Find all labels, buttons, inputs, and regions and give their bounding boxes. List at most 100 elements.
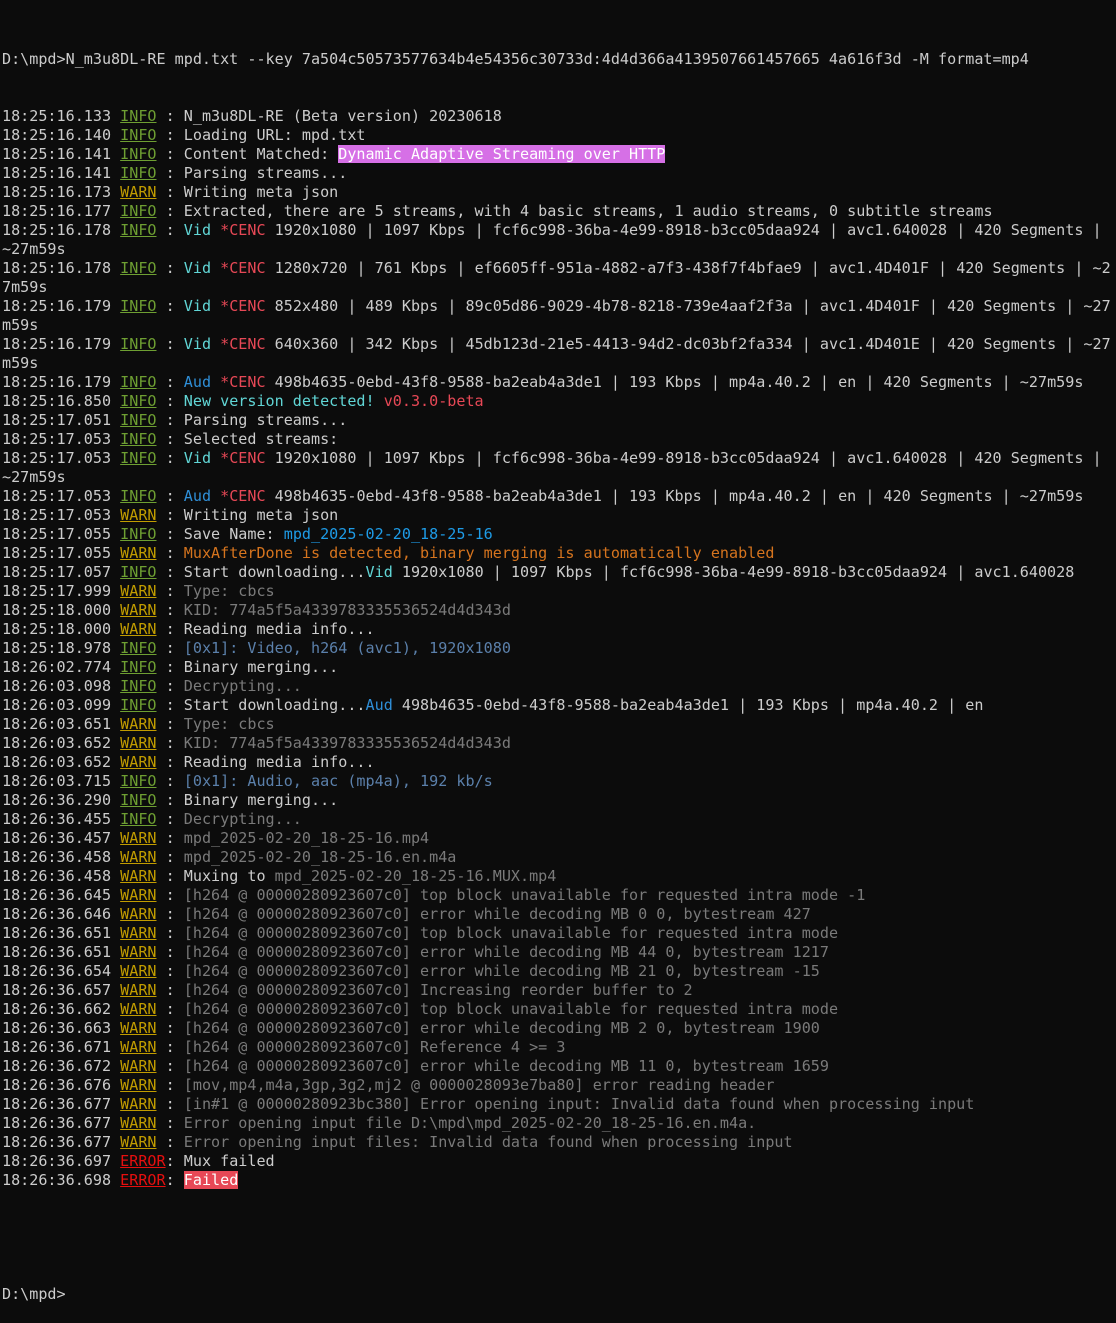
log-level-badge: INFO bbox=[120, 791, 157, 809]
log-level-badge: INFO bbox=[120, 335, 157, 353]
log-line: 18:25:16.133 INFO : N_m3u8DL-RE (Beta ve… bbox=[2, 107, 1116, 126]
timestamp: 18:26:03.099 bbox=[2, 696, 112, 714]
log-level-badge: INFO bbox=[120, 411, 157, 429]
log-message: Type: cbcs bbox=[183, 582, 275, 600]
timestamp: 18:25:17.999 bbox=[2, 582, 112, 600]
log-message: [h264 @ 00000280923607c0] Reference 4 >=… bbox=[183, 1038, 566, 1056]
separator: : bbox=[156, 392, 184, 410]
log-line: 18:26:36.677 WARN : Error opening input … bbox=[2, 1133, 1116, 1152]
separator: : bbox=[156, 772, 184, 790]
log-level-badge: WARN bbox=[120, 924, 157, 942]
timestamp: 18:26:36.671 bbox=[2, 1038, 112, 1056]
timestamp: 18:25:17.053 bbox=[2, 506, 112, 524]
timestamp: 18:26:36.457 bbox=[2, 829, 112, 847]
log-message: Binary merging... bbox=[183, 658, 339, 676]
separator: : bbox=[156, 962, 184, 980]
log-level-badge: WARN bbox=[120, 962, 157, 980]
log-line: 18:26:36.651 WARN : [h264 @ 000002809236… bbox=[2, 943, 1116, 962]
prompt-line[interactable]: D:\mpd> bbox=[2, 1285, 1116, 1304]
timestamp: 18:26:36.697 bbox=[2, 1152, 112, 1170]
log-line: 18:25:16.178 INFO : Vid *CENC 1280x720 |… bbox=[2, 259, 1116, 297]
separator: : bbox=[156, 829, 184, 847]
separator: : bbox=[156, 506, 184, 524]
log-line: 18:25:16.179 INFO : Vid *CENC 852x480 | … bbox=[2, 297, 1116, 335]
log-line: 18:26:03.651 WARN : Type: cbcs bbox=[2, 715, 1116, 734]
log-level-badge: WARN bbox=[120, 601, 157, 619]
separator: : bbox=[156, 126, 184, 144]
timestamp: 18:25:16.179 bbox=[2, 335, 112, 353]
timestamp: 18:26:36.672 bbox=[2, 1057, 112, 1075]
timestamp: 18:26:36.651 bbox=[2, 943, 112, 961]
log-message: Writing meta json bbox=[183, 506, 339, 524]
timestamp: 18:26:36.651 bbox=[2, 924, 112, 942]
separator: : bbox=[156, 981, 184, 999]
log-level-badge: WARN bbox=[120, 734, 157, 752]
log-level-badge: INFO bbox=[120, 221, 157, 239]
log-message: Loading URL: mpd.txt bbox=[183, 126, 366, 144]
log-level-badge: INFO bbox=[120, 563, 157, 581]
log-message: Failed bbox=[183, 1171, 239, 1189]
log-message: Start downloading... bbox=[183, 563, 366, 581]
log-level-badge: WARN bbox=[120, 1057, 157, 1075]
separator: : bbox=[156, 544, 184, 562]
log-message: Save Name: bbox=[183, 525, 284, 543]
command-line: D:\mpd>N_m3u8DL-RE mpd.txt --key 7a504c5… bbox=[2, 50, 1029, 68]
log-message: Selected streams: bbox=[183, 430, 339, 448]
log-level-badge: WARN bbox=[120, 1019, 157, 1037]
timestamp: 18:26:36.654 bbox=[2, 962, 112, 980]
separator: : bbox=[156, 1000, 184, 1018]
log-line: 18:25:16.178 INFO : Vid *CENC 1920x1080 … bbox=[2, 221, 1116, 259]
timestamp: 18:26:03.652 bbox=[2, 753, 112, 771]
log-message: N_m3u8DL-RE (Beta version) 20230618 bbox=[183, 107, 502, 125]
separator: : bbox=[156, 924, 184, 942]
log-line: 18:25:16.141 INFO : Parsing streams... bbox=[2, 164, 1116, 183]
separator: : bbox=[165, 1171, 184, 1189]
log-level-badge: WARN bbox=[120, 867, 157, 885]
separator: : bbox=[156, 297, 184, 315]
separator: : bbox=[156, 1095, 184, 1113]
log-level-badge: WARN bbox=[120, 183, 157, 201]
log-level-badge: INFO bbox=[120, 107, 157, 125]
log-level-badge: WARN bbox=[120, 544, 157, 562]
log-message: *CENC bbox=[220, 259, 275, 277]
log-message: [in#1 @ 00000280923bc380] Error opening … bbox=[183, 1095, 975, 1113]
log-level-badge: WARN bbox=[120, 620, 157, 638]
log-line: 18:26:36.457 WARN : mpd_2025-02-20_18-25… bbox=[2, 829, 1116, 848]
log-message: Vid bbox=[183, 335, 221, 353]
timestamp: 18:25:16.179 bbox=[2, 373, 112, 391]
log-message: Error opening input files: Invalid data … bbox=[183, 1133, 793, 1151]
timestamp: 18:26:03.651 bbox=[2, 715, 112, 733]
separator: : bbox=[165, 1152, 184, 1170]
terminal-output[interactable]: D:\mpd>N_m3u8DL-RE mpd.txt --key 7a504c5… bbox=[0, 0, 1116, 1323]
log-level-badge: INFO bbox=[120, 677, 157, 695]
log-message: 498b4635-0ebd-43f8-9588-ba2eab4a3de1 | 1… bbox=[274, 487, 1084, 505]
timestamp: 18:26:36.458 bbox=[2, 867, 112, 885]
separator: : bbox=[156, 411, 184, 429]
timestamp: 18:25:16.173 bbox=[2, 183, 112, 201]
separator: : bbox=[156, 867, 184, 885]
log-message: [0x1]: Audio, aac (mp4a), 192 kb/s bbox=[183, 772, 493, 790]
log-line: 18:26:36.645 WARN : [h264 @ 000002809236… bbox=[2, 886, 1116, 905]
log-message: [h264 @ 00000280923607c0] top block unav… bbox=[183, 1000, 839, 1018]
log-level-badge: WARN bbox=[120, 506, 157, 524]
timestamp: 18:26:36.677 bbox=[2, 1114, 112, 1132]
timestamp: 18:25:17.055 bbox=[2, 544, 112, 562]
separator: : bbox=[156, 601, 184, 619]
log-message: Start downloading... bbox=[183, 696, 366, 714]
log-line: 18:26:36.663 WARN : [h264 @ 000002809236… bbox=[2, 1019, 1116, 1038]
log-level-badge: INFO bbox=[120, 658, 157, 676]
log-line: 18:25:18.000 WARN : KID: 774a5f5a4339783… bbox=[2, 601, 1116, 620]
log-level-badge: INFO bbox=[120, 164, 157, 182]
log-level-badge: WARN bbox=[120, 1076, 157, 1094]
log-line: 18:25:17.055 WARN : MuxAfterDone is dete… bbox=[2, 544, 1116, 563]
separator: : bbox=[156, 525, 184, 543]
log-message: Extracted, there are 5 streams, with 4 b… bbox=[183, 202, 993, 220]
log-line: 18:26:36.671 WARN : [h264 @ 000002809236… bbox=[2, 1038, 1116, 1057]
log-line: 18:25:17.055 INFO : Save Name: mpd_2025-… bbox=[2, 525, 1116, 544]
separator: : bbox=[156, 810, 184, 828]
separator: : bbox=[156, 715, 184, 733]
separator: : bbox=[156, 620, 184, 638]
timestamp: 18:26:36.657 bbox=[2, 981, 112, 999]
separator: : bbox=[156, 658, 184, 676]
